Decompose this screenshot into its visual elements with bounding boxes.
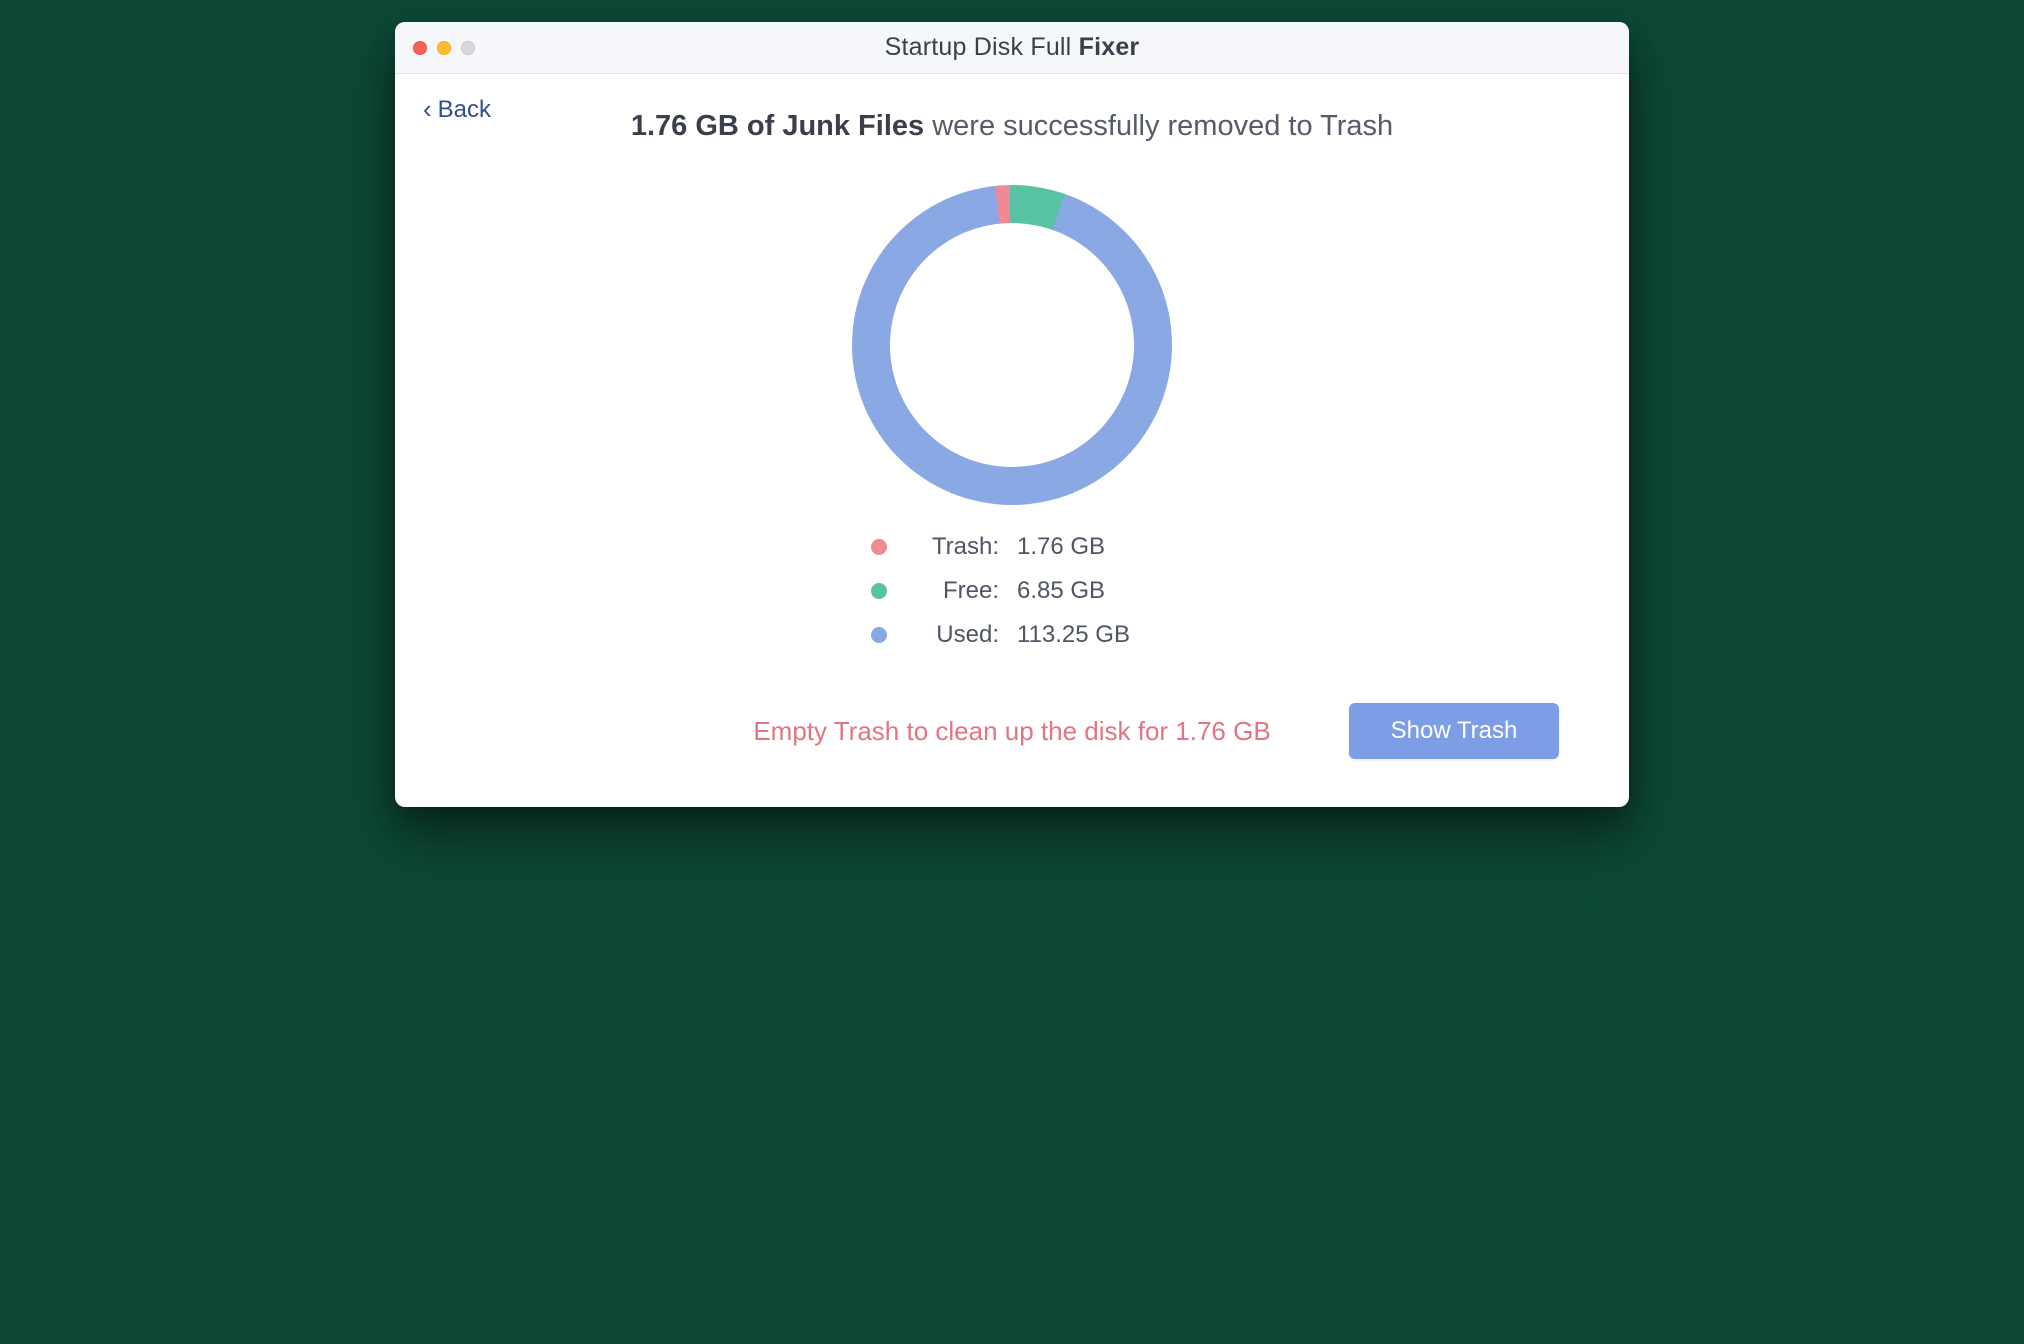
window-title-light: Startup Disk Full	[885, 33, 1072, 61]
back-button[interactable]: ‹ Back	[423, 96, 491, 124]
legend-swatch-free	[871, 583, 887, 599]
disk-usage-donut	[852, 185, 1172, 505]
headline-strong: 1.76 GB of Junk Files	[631, 110, 924, 142]
zoom-icon	[461, 41, 475, 55]
window-title: Startup Disk Full Fixer	[395, 33, 1629, 62]
minimize-icon[interactable]	[437, 41, 451, 55]
empty-trash-hint: Empty Trash to clean up the disk for 1.7…	[715, 716, 1309, 747]
window-controls	[413, 41, 475, 55]
content-area: ‹ Back 1.76 GB of Junk Files were succes…	[395, 74, 1629, 807]
legend-label-trash: Trash:	[909, 533, 999, 561]
app-window: Startup Disk Full Fixer ‹ Back 1.76 GB o…	[395, 22, 1629, 807]
headline-rest: were successfully removed to Trash	[924, 110, 1393, 142]
legend-value-free: 6.85 GB	[1017, 577, 1157, 605]
legend-label-free: Free:	[909, 577, 999, 605]
legend-value-used: 113.25 GB	[1017, 621, 1157, 649]
window-title-bold: Fixer	[1079, 33, 1140, 61]
legend-swatch-used	[871, 627, 887, 643]
footer-row: Empty Trash to clean up the disk for 1.7…	[435, 703, 1589, 759]
show-trash-button[interactable]: Show Trash	[1349, 703, 1559, 759]
legend: Trash: 1.76 GB Free: 6.85 GB Used: 113.2…	[435, 533, 1589, 649]
chevron-left-icon: ‹	[423, 96, 432, 122]
legend-label-used: Used:	[909, 621, 999, 649]
back-label: Back	[438, 96, 491, 124]
close-icon[interactable]	[413, 41, 427, 55]
result-headline: 1.76 GB of Junk Files were successfully …	[532, 110, 1492, 143]
legend-swatch-trash	[871, 539, 887, 555]
titlebar: Startup Disk Full Fixer	[395, 22, 1629, 74]
legend-value-trash: 1.76 GB	[1017, 533, 1157, 561]
